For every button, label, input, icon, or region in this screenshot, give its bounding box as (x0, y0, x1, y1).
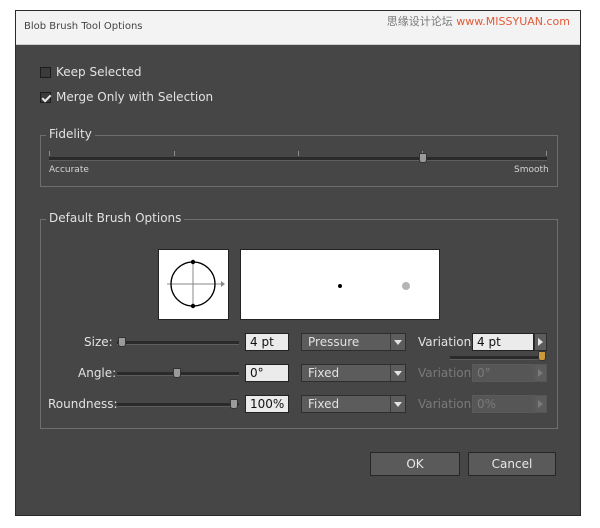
angle-mode-value: Fixed (308, 366, 340, 380)
size-slider-track[interactable] (117, 341, 239, 345)
chevron-down-icon (390, 396, 405, 412)
fidelity-tick (49, 151, 50, 156)
fidelity-group (40, 135, 558, 187)
fidelity-track[interactable] (49, 157, 547, 161)
angle-label: Angle: (78, 366, 117, 380)
stroke-preview-icon (338, 282, 410, 290)
size-variation-flyout-icon[interactable] (534, 333, 547, 351)
fidelity-tick (546, 151, 547, 156)
angle-variation-label: Variation: (418, 366, 476, 380)
merge-only-checkbox[interactable] (40, 92, 51, 103)
roundness-variation-label: Variation: (418, 397, 476, 411)
chevron-down-icon (390, 365, 405, 381)
title-bar: Blob Brush Tool Options 思缘设计论坛 www.MISSY… (16, 11, 580, 45)
roundness-input[interactable]: 100% (245, 395, 289, 413)
fidelity-smooth-label: Smooth (514, 165, 549, 175)
fidelity-tick (298, 151, 299, 156)
chevron-down-icon (390, 334, 405, 350)
roundness-variation-input: 0% (472, 395, 534, 413)
size-variation-popup-slider[interactable] (450, 356, 546, 360)
brush-shape-preview[interactable] (158, 249, 229, 320)
merge-only-label: Merge Only with Selection (56, 90, 214, 104)
size-variation-label: Variation: (418, 335, 476, 349)
size-mode-value: Pressure (308, 335, 360, 349)
roundness-label: Roundness: (48, 397, 118, 411)
angle-variation-flyout-icon (534, 364, 547, 382)
angle-mode-dropdown[interactable]: Fixed (301, 364, 406, 382)
size-slider-thumb[interactable] (118, 337, 126, 347)
fidelity-slider-thumb[interactable] (418, 153, 427, 163)
angle-slider-thumb[interactable] (173, 368, 181, 378)
ok-button[interactable]: OK (370, 452, 460, 476)
keep-selected-checkbox[interactable] (40, 67, 51, 78)
roundness-mode-value: Fixed (308, 397, 340, 411)
watermark-cn: 思缘设计论坛 (386, 15, 453, 28)
angle-input[interactable]: 0° (245, 364, 289, 382)
roundness-mode-dropdown[interactable]: Fixed (301, 395, 406, 413)
brush-options-legend: Default Brush Options (46, 211, 185, 225)
fidelity-legend: Fidelity (46, 127, 95, 141)
blob-brush-dialog: Blob Brush Tool Options 思缘设计论坛 www.MISSY… (15, 10, 581, 516)
brush-stroke-preview (240, 249, 440, 320)
roundness-slider-track[interactable] (117, 403, 239, 407)
fidelity-accurate-label: Accurate (49, 165, 89, 175)
size-variation-popup-thumb[interactable] (538, 351, 546, 361)
angle-variation-input: 0° (472, 364, 534, 382)
cancel-button[interactable]: Cancel (468, 452, 556, 476)
brush-shape-icon (167, 259, 225, 309)
size-input[interactable]: 4 pt (245, 333, 289, 351)
fidelity-tick (174, 151, 175, 156)
size-mode-dropdown[interactable]: Pressure (301, 333, 406, 351)
keep-selected-label: Keep Selected (56, 65, 142, 79)
watermark: 思缘设计论坛 www.MISSYUAN.com (387, 13, 570, 29)
watermark-url: www.MISSYUAN.com (456, 15, 570, 28)
size-variation-input[interactable]: 4 pt (472, 333, 534, 351)
dialog-title: Blob Brush Tool Options (24, 21, 143, 32)
roundness-variation-flyout-icon (534, 395, 547, 413)
size-label: Size: (84, 335, 113, 349)
roundness-slider-thumb[interactable] (230, 399, 238, 409)
